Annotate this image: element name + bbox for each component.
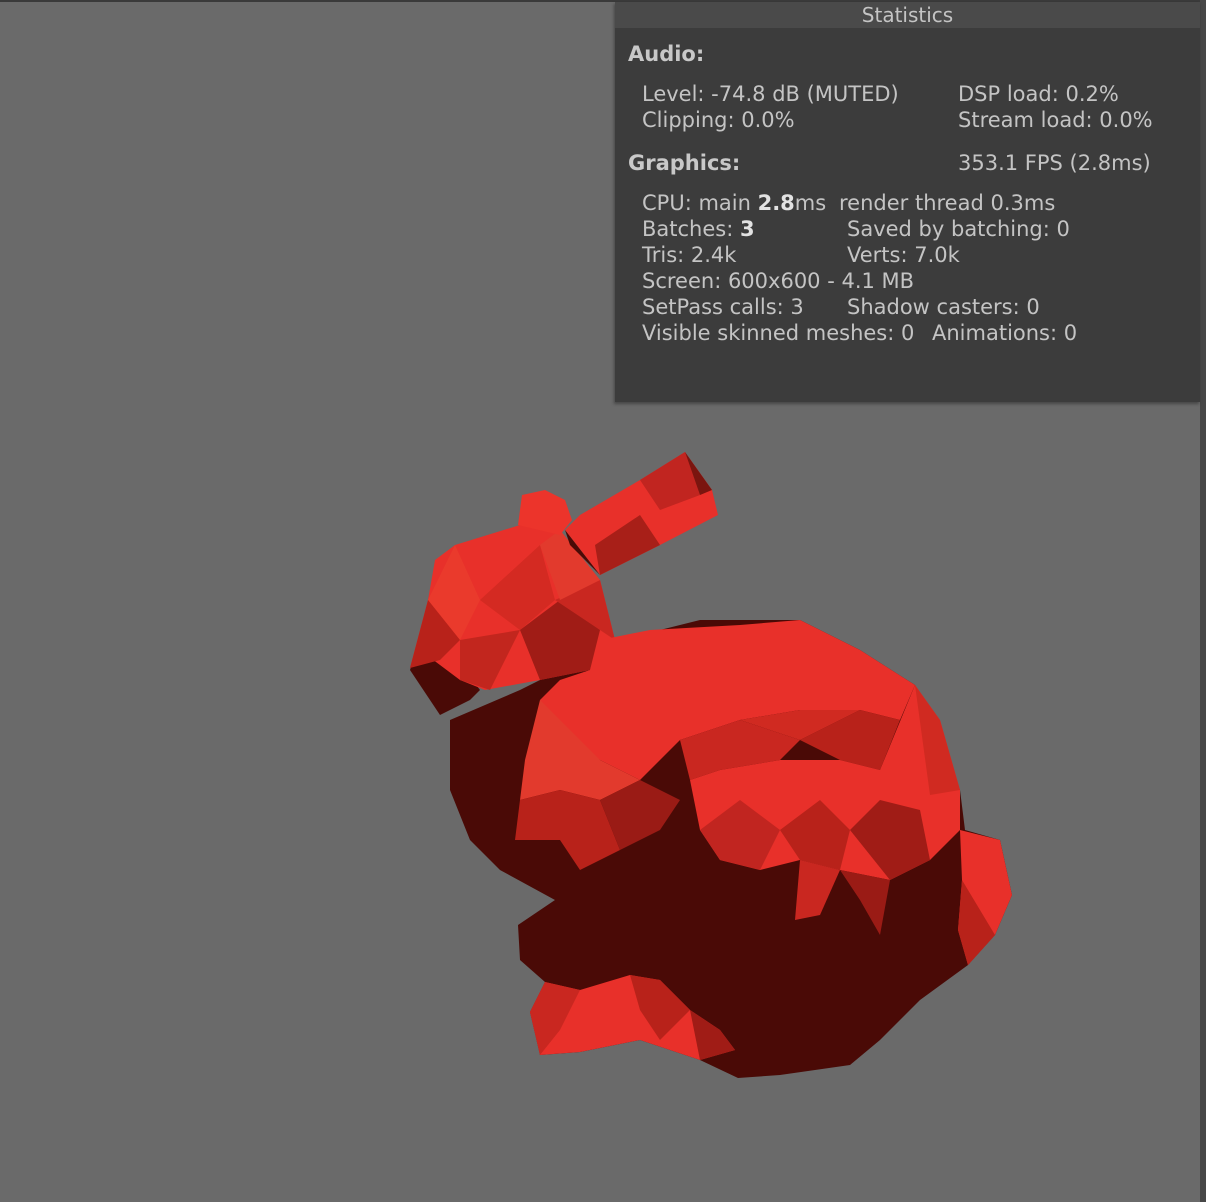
audio-dsp-load: DSP load: 0.2% <box>958 82 1119 106</box>
statistics-panel: Statistics Audio: Level: -74.8 dB (MUTED… <box>615 2 1200 402</box>
audio-clipping: Clipping: 0.0% <box>642 108 795 132</box>
graphics-animations: Animations: 0 <box>932 321 1078 345</box>
audio-heading: Audio: <box>628 42 705 66</box>
graphics-cpu-main: CPU: main 2.8ms <box>642 191 826 215</box>
cpu-main-value: 2.8 <box>757 191 795 215</box>
graphics-shadow-casters: Shadow casters: 0 <box>847 295 1040 319</box>
graphics-saved-by-batching: Saved by batching: 0 <box>847 217 1070 241</box>
graphics-heading: Graphics: <box>628 151 741 175</box>
graphics-verts: Verts: 7.0k <box>847 243 960 267</box>
statistics-title: Statistics <box>615 2 1200 28</box>
graphics-fps: 353.1 FPS (2.8ms) <box>958 151 1151 175</box>
batches-label: Batches: <box>642 217 740 241</box>
cpu-main-unit: ms <box>794 191 827 215</box>
graphics-screen: Screen: 600x600 - 4.1 MB <box>642 269 915 293</box>
graphics-visible-skinned-meshes: Visible skinned meshes: 0 <box>642 321 915 345</box>
graphics-tris: Tris: 2.4k <box>642 243 737 267</box>
graphics-batches: Batches: 3 <box>642 217 755 241</box>
cpu-main-label: CPU: main <box>642 191 758 215</box>
graphics-setpass-calls: SetPass calls: 3 <box>642 295 804 319</box>
audio-level: Level: -74.8 dB (MUTED) <box>642 82 899 106</box>
game-view[interactable]: Statistics Audio: Level: -74.8 dB (MUTED… <box>0 0 1206 1202</box>
batches-value: 3 <box>739 217 755 241</box>
graphics-render-thread: render thread 0.3ms <box>839 191 1056 215</box>
audio-stream-load: Stream load: 0.0% <box>958 108 1153 132</box>
